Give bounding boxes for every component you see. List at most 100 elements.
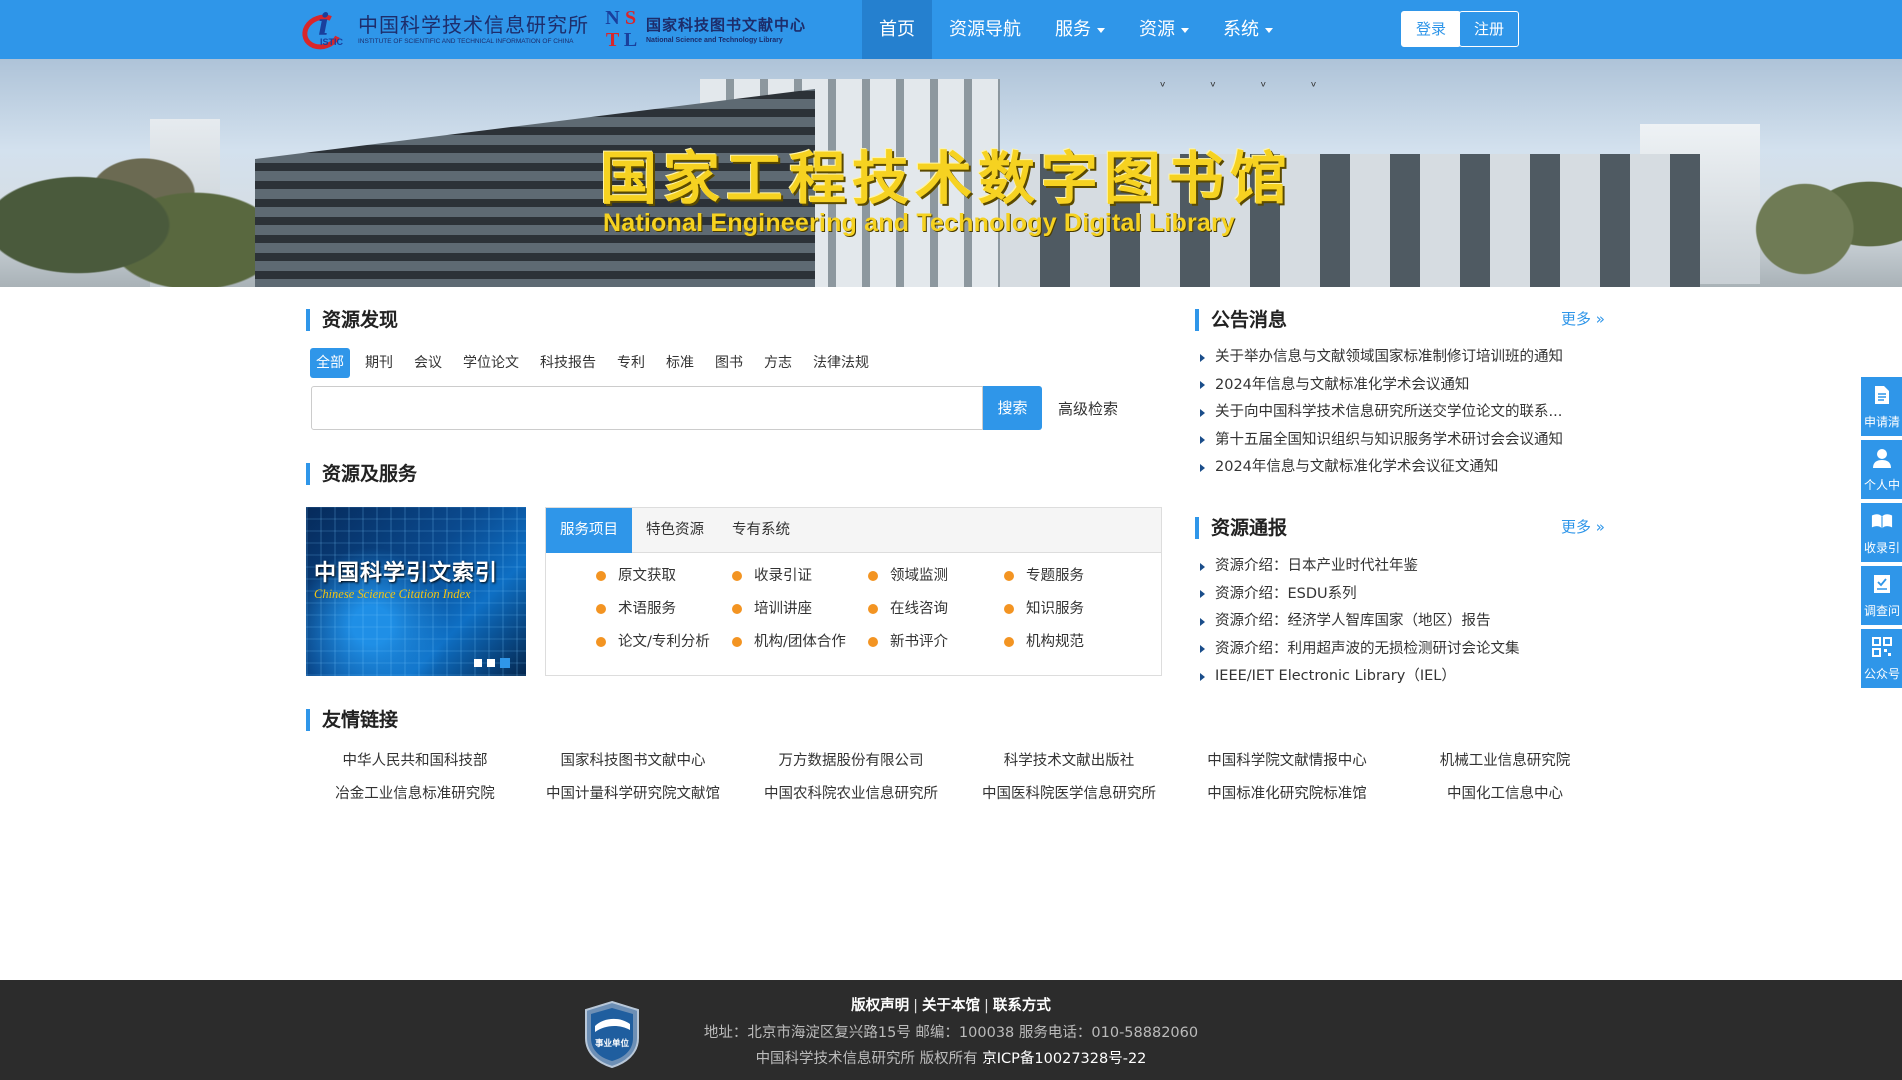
tab-thesis[interactable]: 学位论文	[457, 348, 525, 378]
triangle-right-icon	[1200, 672, 1205, 681]
service-item[interactable]: 原文获取	[596, 565, 732, 587]
bullet-dot-icon	[1004, 604, 1014, 614]
triangle-right-icon	[1200, 436, 1205, 445]
service-item[interactable]: 收录引证	[732, 565, 868, 587]
list-item[interactable]: 关于举办信息与文献领域国家标准制修订培训班的通知	[1200, 344, 1620, 372]
list-item[interactable]: IEEE/IET Electronic Library（IEL）	[1200, 663, 1620, 691]
contact-link[interactable]: 联系方式	[993, 998, 1051, 1014]
service-item[interactable]: 培训讲座	[732, 598, 868, 620]
nstl-logo[interactable]: N S T L 国家科技图书文献中心 National Science and …	[604, 8, 834, 52]
section-heading-announcements: 公告消息	[1195, 309, 1287, 331]
copyright-link[interactable]: 版权声明	[851, 998, 909, 1014]
tab-service-items[interactable]: 服务项目	[546, 508, 632, 553]
nav-system-dropdown[interactable]: 系统	[1206, 0, 1290, 59]
friend-link[interactable]: 中国医科院医学信息研究所	[960, 783, 1178, 806]
birds-decoration: ᵛ ᵛ ᵛ ᵛ	[1160, 79, 1337, 95]
service-item[interactable]: 机构规范	[1004, 631, 1140, 653]
footer-links: 版权声明 | 关于本馆 | 联系方式	[851, 998, 1051, 1014]
friend-link[interactable]: 中国计量科学研究院文献馆	[524, 783, 742, 806]
service-item[interactable]: 领域监测	[868, 565, 1004, 587]
tab-dedicated-systems[interactable]: 专有系统	[718, 508, 804, 553]
tab-law[interactable]: 法律法规	[807, 348, 875, 378]
triangle-right-icon	[1200, 645, 1205, 654]
service-item[interactable]: 在线咨询	[868, 598, 1004, 620]
search-button[interactable]: 搜索	[983, 386, 1042, 430]
friend-link[interactable]: 科学技术文献出版社	[960, 750, 1178, 773]
nav-services-dropdown[interactable]: 服务	[1038, 0, 1122, 59]
category-tabs: 全部 期刊 会议 学位论文 科技报告 专利 标准 图书 方志 法律法规	[310, 348, 884, 378]
nav-home[interactable]: 首页	[862, 0, 932, 59]
bullet-dot-icon	[732, 604, 742, 614]
login-button[interactable]: 登录	[1401, 11, 1462, 47]
bullet-dot-icon	[732, 637, 742, 647]
icp-link[interactable]: 京ICP备10027328号-22	[982, 1051, 1146, 1067]
section-heading-links: 友情链接	[306, 709, 398, 731]
advanced-search-link[interactable]: 高级检索	[1058, 398, 1118, 419]
tab-journal[interactable]: 期刊	[359, 348, 399, 378]
tab-book[interactable]: 图书	[709, 348, 749, 378]
friend-link[interactable]: 国家科技图书文献中心	[524, 750, 742, 773]
friend-link[interactable]: 中国农科院农业信息研究所	[742, 783, 960, 806]
friend-link[interactable]: 万方数据股份有限公司	[742, 750, 960, 773]
friend-link[interactable]: 机械工业信息研究院	[1396, 750, 1614, 773]
nav-resources-dropdown[interactable]: 资源	[1122, 0, 1206, 59]
bullet-dot-icon	[596, 571, 606, 581]
tab-standard[interactable]: 标准	[660, 348, 700, 378]
list-item[interactable]: 资源介绍：ESDU系列	[1200, 581, 1620, 609]
service-item[interactable]: 机构/团体合作	[732, 631, 868, 653]
nstl-logo-english: National Science and Technology Library	[646, 37, 783, 44]
friend-link[interactable]: 中国标准化研究院标准馆	[1178, 783, 1396, 806]
triangle-right-icon	[1200, 381, 1205, 390]
caret-down-icon	[1097, 27, 1105, 33]
tab-conference[interactable]: 会议	[408, 348, 448, 378]
announcements-list: 关于举办信息与文献领域国家标准制修订培训班的通知 2024年信息与文献标准化学术…	[1200, 344, 1620, 482]
list-item[interactable]: 第十五届全国知识组织与知识服务学术研讨会会议通知	[1200, 427, 1620, 455]
sidebar-apply-button[interactable]: 申请清	[1861, 377, 1902, 436]
istic-logo[interactable]: i ISTIC 中国科学技术信息研究所 INSTITUTE OF SCIENTI…	[297, 8, 590, 55]
tab-tech-report[interactable]: 科技报告	[534, 348, 602, 378]
sidebar-citation-button[interactable]: 收录引	[1861, 503, 1902, 562]
user-icon	[1873, 449, 1891, 468]
list-item[interactable]: 2024年信息与文献标准化学术会议征文通知	[1200, 454, 1620, 482]
announcements-more-link[interactable]: 更多 »	[1561, 308, 1605, 329]
carousel-dot-2[interactable]	[487, 659, 495, 667]
carousel-dot-1[interactable]	[474, 659, 482, 667]
survey-icon	[1874, 575, 1890, 593]
bullet-dot-icon	[1004, 637, 1014, 647]
section-heading-discovery: 资源发现	[306, 309, 398, 331]
register-button[interactable]: 注册	[1459, 11, 1520, 47]
nav-resource-navigation[interactable]: 资源导航	[932, 0, 1038, 59]
service-item[interactable]: 新书评介	[868, 631, 1004, 653]
bullet-dot-icon	[1004, 571, 1014, 581]
friend-link[interactable]: 中国化工信息中心	[1396, 783, 1614, 806]
triangle-right-icon	[1200, 408, 1205, 417]
sidebar-personal-center-button[interactable]: 个人中	[1861, 440, 1902, 499]
friend-link[interactable]: 冶金工业信息标准研究院	[306, 783, 524, 806]
bulletin-more-link[interactable]: 更多 »	[1561, 516, 1605, 537]
promo-carousel[interactable]: 中国科学引文索引 Chinese Science Citation Index	[306, 507, 526, 676]
about-link[interactable]: 关于本馆	[922, 998, 980, 1014]
triangle-right-icon	[1200, 562, 1205, 571]
tab-special-resources[interactable]: 特色资源	[632, 508, 718, 553]
list-item[interactable]: 资源介绍：经济学人智库国家（地区）报告	[1200, 608, 1620, 636]
friend-link[interactable]: 中华人民共和国科技部	[306, 750, 524, 773]
carousel-dot-3[interactable]	[500, 658, 510, 668]
list-item[interactable]: 资源介绍：日本产业时代社年鉴	[1200, 553, 1620, 581]
service-item[interactable]: 术语服务	[596, 598, 732, 620]
tab-all[interactable]: 全部	[310, 348, 350, 378]
caret-down-icon	[1181, 27, 1189, 33]
sidebar-wechat-button[interactable]: 公众号	[1861, 629, 1902, 688]
search-input[interactable]	[311, 386, 983, 430]
list-item[interactable]: 关于向中国科学技术信息研究所送交学位论文的联系...	[1200, 399, 1620, 427]
service-item[interactable]: 专题服务	[1004, 565, 1140, 587]
list-item[interactable]: 2024年信息与文献标准化学术会议通知	[1200, 372, 1620, 400]
carousel-subtitle: Chinese Science Citation Index	[314, 587, 471, 601]
list-item[interactable]: 资源介绍：利用超声波的无损检测研讨会论文集	[1200, 636, 1620, 664]
sidebar-survey-button[interactable]: 调查问	[1861, 566, 1902, 625]
service-item[interactable]: 知识服务	[1004, 598, 1140, 620]
tab-patent[interactable]: 专利	[611, 348, 651, 378]
qrcode-icon	[1872, 637, 1892, 657]
tab-gazetteer[interactable]: 方志	[758, 348, 798, 378]
friend-link[interactable]: 中国科学院文献情报中心	[1178, 750, 1396, 773]
service-item[interactable]: 论文/专利分析	[596, 631, 732, 653]
